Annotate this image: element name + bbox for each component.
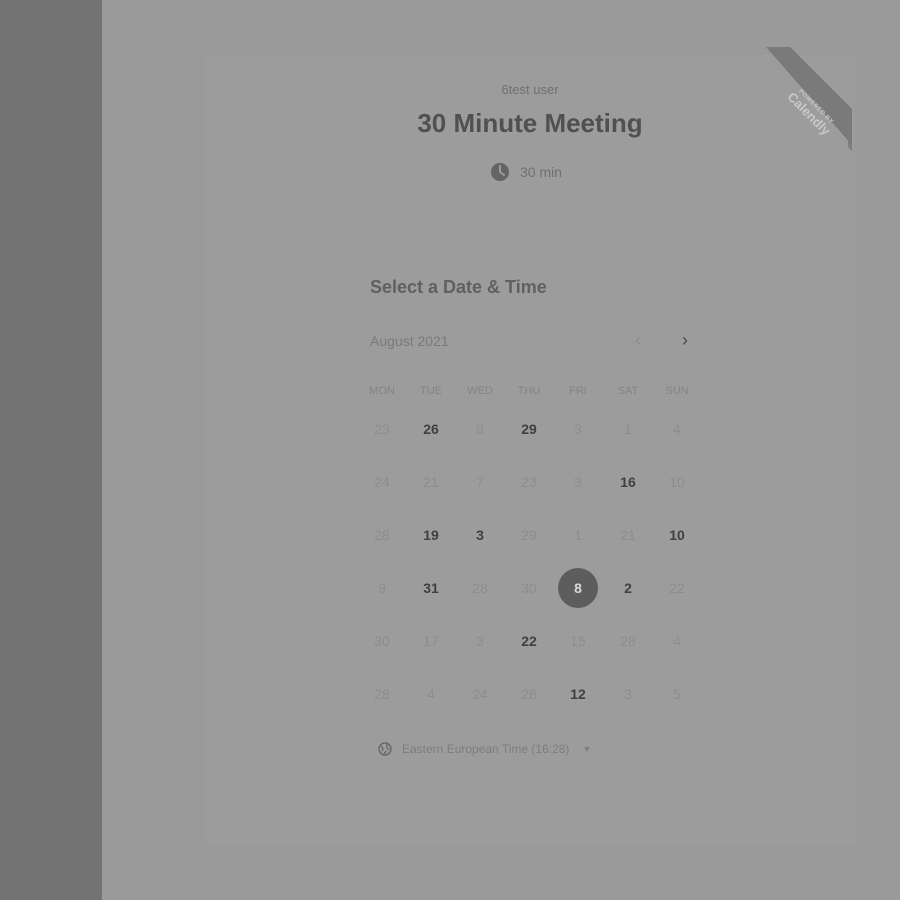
unavailable-day: 28 bbox=[374, 686, 390, 702]
unavailable-day: 17 bbox=[423, 633, 439, 649]
chevron-left-icon: ‹ bbox=[635, 330, 641, 350]
unavailable-day: 21 bbox=[620, 527, 636, 543]
month-label: August 2021 bbox=[370, 333, 449, 349]
available-day[interactable]: 31 bbox=[411, 568, 451, 608]
available-day[interactable]: 12 bbox=[558, 674, 598, 714]
unavailable-day: 3 bbox=[476, 633, 484, 649]
available-day[interactable]: 26 bbox=[411, 409, 451, 449]
unavailable-day: 3 bbox=[574, 421, 582, 437]
unavailable-day: 21 bbox=[423, 474, 439, 490]
day-of-week-label: TUE bbox=[420, 385, 442, 397]
available-day[interactable]: 22 bbox=[509, 621, 549, 661]
available-day[interactable]: 10 bbox=[657, 515, 697, 555]
event-duration: 30 min bbox=[490, 162, 562, 182]
available-day[interactable]: 16 bbox=[608, 462, 648, 502]
next-month-button[interactable]: › bbox=[675, 330, 695, 352]
day-of-week-label: WED bbox=[467, 385, 493, 397]
unavailable-day: 24 bbox=[472, 686, 488, 702]
unavailable-day: 3 bbox=[574, 474, 582, 490]
caret-down-icon: ▼ bbox=[582, 744, 592, 754]
globe-icon bbox=[378, 742, 392, 756]
unavailable-day: 30 bbox=[521, 580, 537, 596]
unavailable-day: 23 bbox=[374, 421, 390, 437]
chevron-right-icon: › bbox=[682, 330, 688, 350]
unavailable-day: 3 bbox=[624, 686, 632, 702]
selected-day[interactable]: 8 bbox=[558, 568, 598, 608]
section-title: Select a Date & Time bbox=[370, 277, 547, 297]
unavailable-day: 15 bbox=[570, 633, 586, 649]
timezone-selector[interactable]: Eastern European Time (16:28) ▼ bbox=[378, 742, 591, 756]
available-day[interactable]: 2 bbox=[608, 568, 648, 608]
day-of-week-label: SAT bbox=[617, 385, 639, 397]
unavailable-day: 28 bbox=[620, 633, 636, 649]
unavailable-day: 10 bbox=[669, 474, 685, 490]
day-of-week-label: MON bbox=[369, 385, 395, 397]
available-day[interactable]: 19 bbox=[411, 515, 451, 555]
unavailable-day: 4 bbox=[427, 686, 435, 702]
unavailable-day: 28 bbox=[374, 527, 390, 543]
unavailable-day: 7 bbox=[476, 474, 484, 490]
available-day[interactable]: 3 bbox=[460, 515, 500, 555]
unavailable-day: 9 bbox=[476, 421, 484, 437]
unavailable-day: 1 bbox=[624, 421, 632, 437]
unavailable-day: 9 bbox=[378, 580, 386, 596]
event-title: 30 Minute Meeting bbox=[417, 108, 643, 138]
day-of-week-label: FRI bbox=[569, 385, 587, 397]
unavailable-day: 4 bbox=[673, 633, 681, 649]
day-of-week-label: THU bbox=[517, 385, 541, 397]
timezone-label: Eastern European Time (16:28) bbox=[402, 742, 570, 756]
day-of-week-label: SUN bbox=[665, 385, 689, 397]
duration-label: 30 min bbox=[520, 164, 563, 180]
unavailable-day: 5 bbox=[673, 686, 681, 702]
unavailable-day: 30 bbox=[374, 633, 390, 649]
unavailable-day: 1 bbox=[574, 527, 582, 543]
unavailable-day: 24 bbox=[374, 474, 390, 490]
available-day[interactable]: 29 bbox=[509, 409, 549, 449]
unavailable-day: 28 bbox=[521, 686, 537, 702]
unavailable-day: 23 bbox=[521, 474, 537, 490]
unavailable-day: 28 bbox=[472, 580, 488, 596]
previous-month-button[interactable]: ‹ bbox=[628, 330, 648, 352]
organizer-name: 6test user bbox=[501, 82, 559, 97]
unavailable-day: 29 bbox=[521, 527, 537, 543]
unavailable-day: 22 bbox=[669, 580, 685, 596]
unavailable-day: 4 bbox=[673, 421, 681, 437]
clock-icon bbox=[491, 163, 509, 181]
